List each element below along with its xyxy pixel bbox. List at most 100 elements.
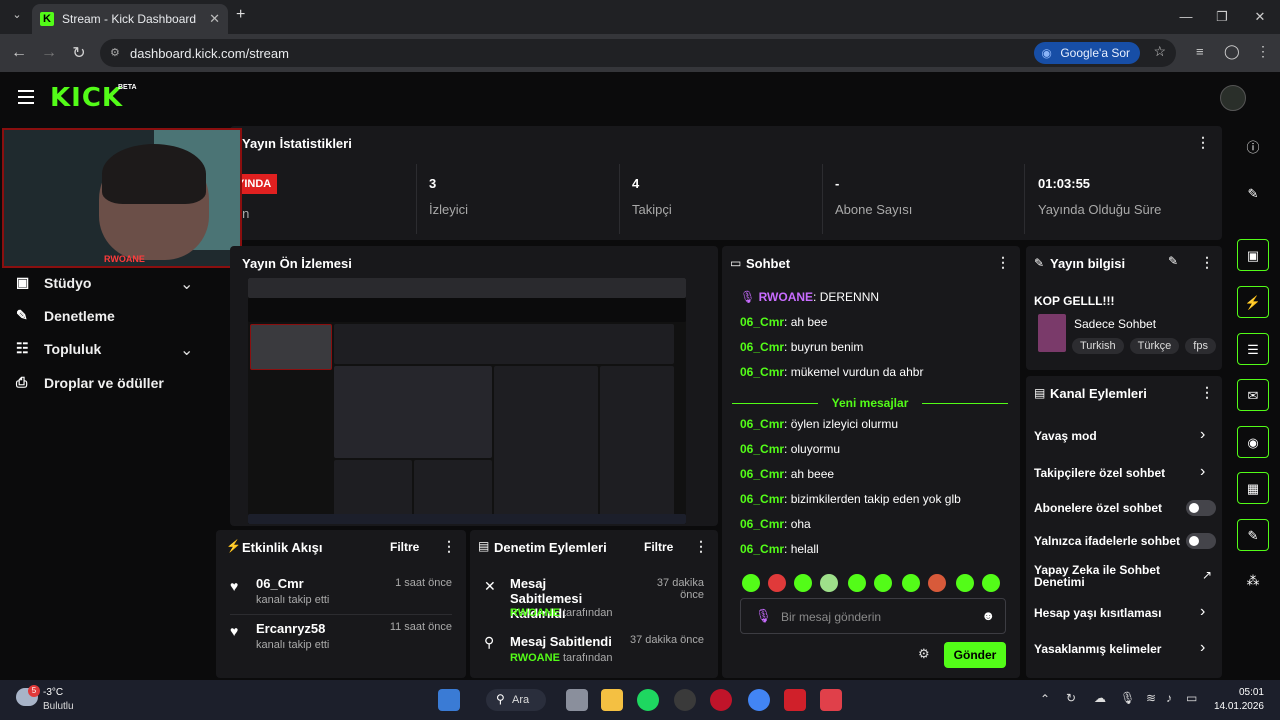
chat-settings-icon[interactable]: ⚙ — [918, 646, 930, 662]
tab-close-icon[interactable]: ✕ — [209, 11, 220, 27]
tab-list-icon[interactable]: ⌄ — [8, 8, 26, 26]
user-avatar[interactable] — [1220, 85, 1246, 111]
reload-icon[interactable]: ↻ — [64, 43, 94, 63]
broadcast-icon[interactable]: ◉ — [1237, 426, 1269, 458]
moderator-name[interactable]: RWOANE — [510, 652, 560, 664]
stream-preview[interactable] — [248, 278, 686, 524]
wrench-icon[interactable]: ✎ — [1237, 519, 1269, 551]
more-icon[interactable]: ⋮ — [1200, 254, 1214, 271]
lightning-icon[interactable]: ⚡ — [1237, 286, 1269, 318]
action-slow-mode[interactable]: Yavaş mod — [1034, 429, 1097, 443]
screen-capture-icon[interactable]: ▣ — [1237, 239, 1269, 271]
mic-icon[interactable]: 🎙 — [755, 608, 772, 624]
site-settings-icon[interactable]: ⚙ — [110, 46, 124, 60]
steam-icon[interactable] — [674, 689, 696, 711]
chat-username[interactable]: 06_Cmr — [740, 340, 784, 354]
kick-logo[interactable]: KICK — [50, 83, 123, 113]
tray-chevron-icon[interactable]: ⌃ — [1040, 692, 1050, 706]
maximize-icon[interactable]: ❐ — [1210, 6, 1234, 28]
hamburger-menu-icon[interactable] — [18, 90, 34, 104]
clock-time[interactable]: 05:01 — [1232, 687, 1264, 698]
subscribers-only-toggle[interactable] — [1186, 500, 1216, 516]
emote-icon[interactable] — [982, 574, 1000, 592]
back-icon[interactable]: ← — [4, 44, 34, 62]
chevron-right-icon[interactable]: › — [1200, 426, 1205, 444]
app-icon[interactable] — [820, 689, 842, 711]
menu-kebab-icon[interactable]: ⋮ — [1256, 43, 1270, 60]
url-bar[interactable]: ⚙ dashboard.kick.com/stream ◉ Google'a So… — [100, 39, 1176, 67]
chat-input[interactable]: 🎙 Bir mesaj gönderin ☻ — [740, 598, 1006, 634]
chat-username[interactable]: 06_Cmr — [740, 442, 784, 456]
sidebar-item-drops[interactable]: ⎙ Droplar ve ödüller — [16, 374, 164, 391]
sync-icon[interactable]: ↻ — [1066, 691, 1076, 705]
moderator-name[interactable]: RWOANE — [510, 607, 560, 619]
chat-username[interactable]: 06_Cmr — [740, 467, 784, 481]
mic-tray-icon[interactable]: 🎙 — [1120, 691, 1135, 705]
forward-icon[interactable]: → — [34, 44, 64, 62]
app-icon[interactable] — [784, 689, 806, 711]
action-banned-words[interactable]: Yasaklanmış kelimeler — [1034, 642, 1161, 656]
chevron-down-icon[interactable]: ⌄ — [180, 274, 193, 294]
emote-icon[interactable] — [902, 574, 920, 592]
external-link-icon[interactable]: ↗ — [1202, 568, 1212, 582]
reading-list-icon[interactable]: ≡ — [1196, 44, 1204, 59]
spotify-icon[interactable] — [637, 689, 659, 711]
wifi-icon[interactable]: ≋ — [1146, 691, 1156, 705]
activity-name[interactable]: Ercanryz58 — [256, 621, 325, 636]
chevron-down-icon[interactable]: ⌄ — [180, 340, 193, 360]
more-icon[interactable]: ⋮ — [442, 538, 456, 555]
emotes-only-toggle[interactable] — [1186, 533, 1216, 549]
action-ai-moderation[interactable]: Yapay Zeka ile Sohbet Denetimi — [1034, 564, 1184, 588]
emote-icon[interactable] — [874, 574, 892, 592]
chevron-right-icon[interactable]: › — [1200, 463, 1205, 481]
action-account-age[interactable]: Hesap yaşı kısıtlaması — [1034, 606, 1161, 620]
category-name[interactable]: Sadece Sohbet — [1074, 317, 1156, 331]
profile-icon[interactable]: ◯ — [1224, 43, 1240, 60]
more-icon[interactable]: ⋮ — [1200, 384, 1214, 401]
send-button[interactable]: Gönder — [944, 642, 1006, 668]
emote-icon[interactable] — [794, 574, 812, 592]
chat-username[interactable]: 06_Cmr — [740, 365, 784, 379]
edit-icon[interactable]: ✎ — [1168, 254, 1178, 268]
chat-username[interactable]: 06_Cmr — [740, 417, 784, 431]
file-explorer-icon[interactable] — [601, 689, 623, 711]
emote-icon[interactable] — [956, 574, 974, 592]
emote-icon[interactable] — [820, 574, 838, 592]
info-icon[interactable]: ⓘ — [1237, 132, 1269, 164]
pencil-icon[interactable]: ✎ — [1237, 178, 1269, 210]
action-followers-only[interactable]: Takipçilere özel sohbet — [1034, 466, 1165, 480]
chat-username[interactable]: 06_Cmr — [740, 542, 784, 556]
chrome-icon[interactable] — [748, 689, 770, 711]
emote-icon[interactable] — [848, 574, 866, 592]
emote-icon[interactable] — [742, 574, 760, 592]
tag-chip[interactable]: Turkish — [1072, 338, 1124, 354]
nodes-icon[interactable]: ⁂ — [1237, 565, 1269, 597]
bookmark-star-icon[interactable]: ☆ — [1153, 43, 1166, 60]
sidebar-item-studio[interactable]: ▣ Stüdyo — [16, 274, 91, 291]
sidebar-item-community[interactable]: ☷ Topluluk — [16, 340, 101, 357]
weather-temp[interactable]: -3°C — [43, 687, 63, 698]
close-window-icon[interactable]: ✕ — [1248, 6, 1272, 28]
task-view-icon[interactable] — [566, 689, 588, 711]
chevron-right-icon[interactable]: › — [1200, 603, 1205, 621]
google-sor-button[interactable]: ◉ Google'a Sor — [1034, 42, 1140, 64]
tag-chip[interactable]: Türkçe — [1129, 338, 1180, 354]
category-thumbnail[interactable] — [1038, 314, 1066, 352]
more-icon[interactable]: ⋮ — [996, 254, 1010, 271]
chat-username[interactable]: RWOANE — [759, 290, 813, 304]
opera-icon[interactable] — [710, 689, 732, 711]
more-icon[interactable]: ⋮ — [694, 538, 708, 555]
activity-name[interactable]: 06_Cmr — [256, 576, 304, 591]
emote-icon[interactable] — [768, 574, 786, 592]
tag-chip[interactable]: fps — [1185, 338, 1216, 354]
notes-icon[interactable]: ☰ — [1237, 333, 1269, 365]
onedrive-icon[interactable]: ☁ — [1094, 691, 1106, 705]
volume-icon[interactable]: ♪ — [1166, 691, 1172, 705]
chevron-right-icon[interactable]: › — [1200, 639, 1205, 657]
filter-button[interactable]: Filtre — [644, 540, 673, 554]
battery-icon[interactable]: ▭ — [1186, 691, 1197, 705]
minimize-icon[interactable]: — — [1174, 6, 1198, 28]
browser-tab[interactable]: K Stream - Kick Dashboard ✕ — [32, 4, 228, 34]
sidebar-item-moderation[interactable]: ✎ Denetleme — [16, 307, 115, 324]
chat-username[interactable]: 06_Cmr — [740, 517, 784, 531]
